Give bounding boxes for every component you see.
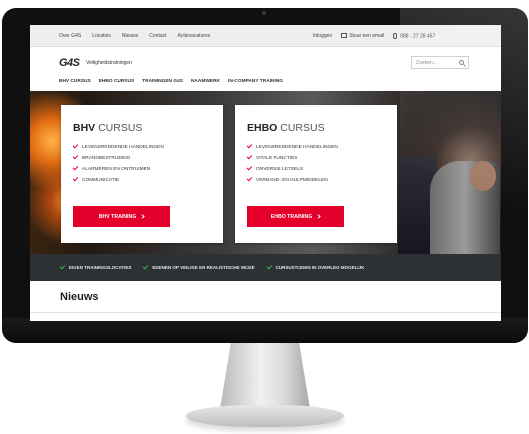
ehbo-title-bold: EHBO (247, 122, 278, 134)
ehbo-training-button-label: EHBO TRAINING (270, 213, 313, 220)
main-nav: BHV CURSUS EHBO CURSUS TRAININGEN G4S NA… (59, 79, 283, 84)
check-icon (246, 142, 253, 149)
bhv-training-button-label: BHV TRAINING (98, 213, 137, 220)
site-header: G4S Veiligheidstrainingen Zoeken... (30, 47, 501, 81)
monitor-stand-base (186, 405, 344, 427)
usp-list: EIGEN TRAININGSLOCATIES EDENEN OP VEILIG… (59, 263, 365, 270)
list-item-label: LEVENSREDDENDE HANDELINGEN (256, 145, 338, 150)
search-placeholder: Zoeken... (416, 60, 437, 66)
bhv-card-title: BHV CURSUS (73, 122, 142, 134)
list-item: ALARMEREN EN ONTRUIMEN (72, 164, 164, 177)
usp-item: EIGEN TRAININGSLOCATIES (59, 263, 132, 270)
bhv-card: BHV CURSUS LEVENSREDDENDE HANDELINGEN BR… (61, 105, 223, 243)
usp-item-label: EDENEN OP VEILIGE EN REALISTISCHE WIJZE (152, 265, 255, 270)
main-nav-trainingen[interactable]: TRAININGEN G4S (142, 79, 183, 84)
logo-subtitle: Veiligheidstrainingen (86, 60, 132, 66)
check-icon (72, 153, 79, 160)
check-icon (266, 263, 272, 270)
list-item-label: LEVENSREDDENDE HANDELINGEN (82, 145, 164, 150)
monitor-chin (2, 318, 528, 343)
hero-person-head (470, 161, 496, 191)
main-nav-bhv[interactable]: BHV CURSUS (59, 79, 91, 84)
check-icon (59, 263, 66, 270)
list-item-label: COMMUNICATIE (82, 178, 120, 183)
phone-icon (393, 33, 398, 39)
list-item: ONVERSIE LETSELS (246, 164, 338, 177)
top-nav-vacatures[interactable]: Actievacatures (178, 33, 211, 39)
list-item-label: VERBAND- EN HULPMIDDELEN (256, 178, 328, 183)
ehbo-card-title: EHBO CURSUS (247, 122, 325, 134)
news-heading: Nieuws (60, 291, 99, 303)
list-item-label: VITALE FUNCTIES (256, 156, 298, 161)
check-icon (72, 142, 79, 149)
usp-item-label: CURSUSTIJDEN IN OVERLEG MOGELIJK (275, 265, 365, 270)
login-link[interactable]: Inloggen (313, 33, 332, 39)
top-nav-over-g4s[interactable]: Over G4S (59, 33, 81, 39)
phone-link[interactable]: 088 - 27 28 457 (393, 33, 435, 39)
list-item: COMMUNICATIE (72, 175, 164, 188)
ehbo-training-button[interactable]: EHBO TRAINING (247, 206, 344, 227)
phone-number: 088 - 27 28 457 (400, 33, 436, 40)
top-nav-contact[interactable]: Contact (149, 33, 166, 39)
usp-item: EDENEN OP VEILIGE EN REALISTISCHE WIJZE (143, 263, 255, 270)
monitor-stand-neck (220, 343, 310, 409)
ehbo-title-light: CURSUS (280, 122, 325, 134)
top-right-links: Inloggen Stuur een email 088 - 27 28 457 (313, 33, 435, 39)
check-icon (72, 175, 79, 182)
main-nav-ehbo[interactable]: EHBO CURSUS (99, 79, 134, 84)
chevron-right-icon (316, 214, 321, 219)
envelope-icon (341, 33, 348, 39)
camera-dot (262, 11, 266, 15)
top-nav-locaties[interactable]: Locaties (92, 33, 111, 39)
usp-item-label: EIGEN TRAININGSLOCATIES (69, 265, 132, 270)
website-screen: Over G4S Locaties Nieuws Contact Actieva… (30, 25, 501, 321)
list-item: VITALE FUNCTIES (246, 153, 338, 166)
usp-item: CURSUSTIJDEN IN OVERLEG MOGELIJK (266, 263, 365, 270)
usp-bar: EIGEN TRAININGSLOCATIES EDENEN OP VEILIG… (30, 254, 501, 281)
list-item: BRANDBESTRIJDING (72, 153, 164, 166)
list-item: LEVENSREDDENDE HANDELINGEN (72, 142, 164, 155)
email-link-label: Stuur een email (349, 33, 385, 40)
chevron-right-icon (140, 214, 145, 219)
check-icon (246, 164, 253, 171)
list-item-label: BRANDBESTRIJDING (82, 156, 131, 161)
search-input[interactable]: Zoeken... (411, 56, 469, 69)
check-icon (246, 175, 253, 182)
search-icon[interactable] (459, 60, 464, 65)
ehbo-feature-list: LEVENSREDDENDE HANDELINGEN VITALE FUNCTI… (246, 142, 338, 188)
bhv-feature-list: LEVENSREDDENDE HANDELINGEN BRANDBESTRIJD… (72, 142, 164, 188)
main-nav-naamwerk[interactable]: NAAMWERK (191, 79, 220, 84)
check-icon (143, 263, 149, 270)
ehbo-card: EHBO CURSUS LEVENSREDDENDE HANDELINGEN V… (235, 105, 397, 243)
check-icon (72, 164, 79, 171)
list-item: VERBAND- EN HULPMIDDELEN (246, 175, 338, 188)
email-link[interactable]: Stuur een email (341, 33, 384, 39)
top-nav: Over G4S Locaties Nieuws Contact Actieva… (59, 33, 210, 39)
top-nav-nieuws[interactable]: Nieuws (122, 33, 138, 39)
bhv-title-bold: BHV (73, 122, 96, 134)
list-item-label: ALARMEREN EN ONTRUIMEN (82, 167, 151, 172)
g4s-logo[interactable]: G4S (59, 57, 80, 69)
divider (30, 312, 501, 313)
list-item-label: ONVERSIE LETSELS (256, 167, 304, 172)
top-utility-bar: Over G4S Locaties Nieuws Contact Actieva… (30, 25, 501, 47)
bhv-training-button[interactable]: BHV TRAINING (73, 206, 170, 227)
list-item: LEVENSREDDENDE HANDELINGEN (246, 142, 338, 155)
main-nav-in-company[interactable]: IN-COMPANY TRAINING (228, 79, 283, 84)
bhv-title-light: CURSUS (98, 122, 143, 134)
check-icon (246, 153, 253, 160)
